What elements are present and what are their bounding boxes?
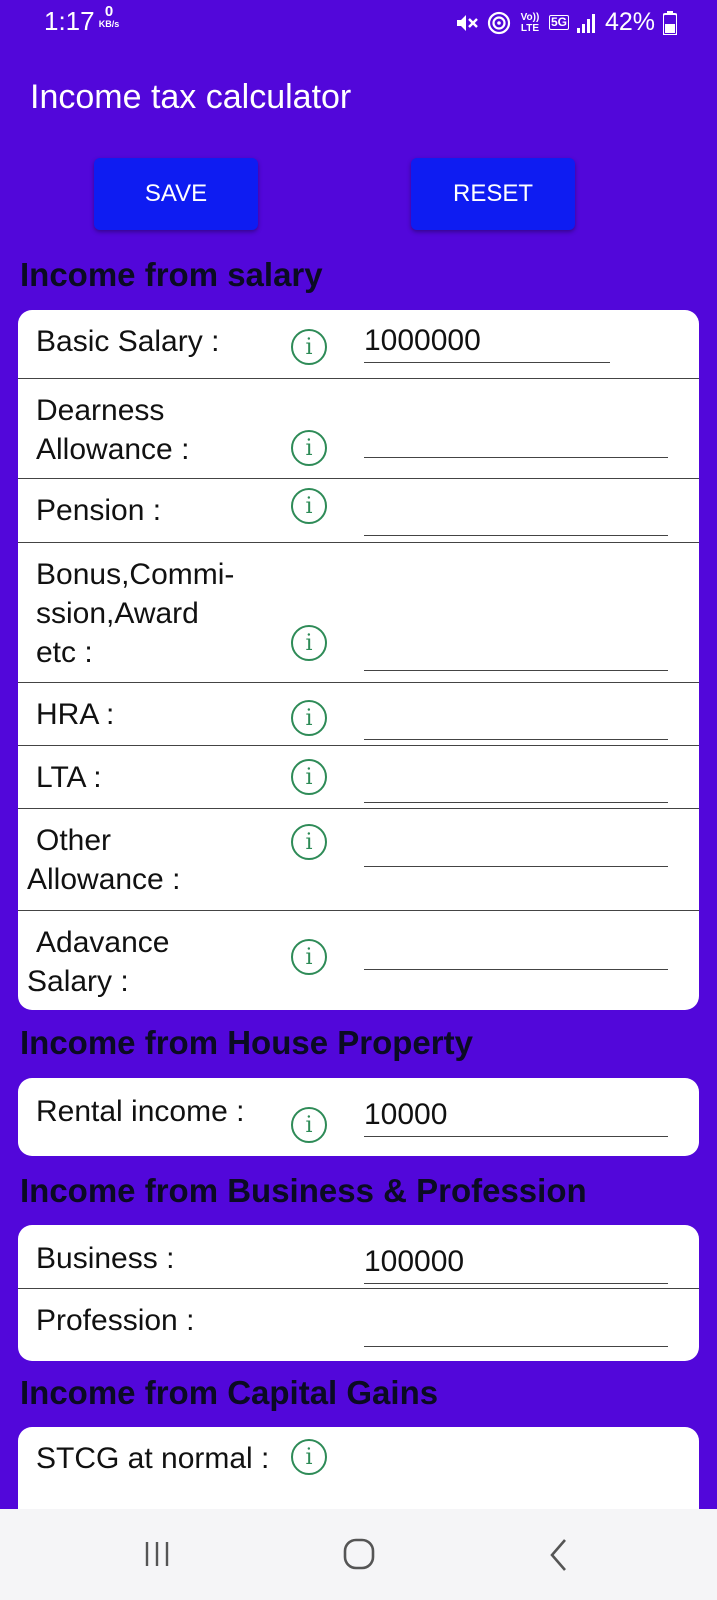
label-stcg-normal: STCG at normal : — [36, 1442, 270, 1475]
business-input[interactable]: 100000 — [364, 1243, 668, 1284]
save-button[interactable]: SAVE — [94, 158, 258, 230]
row-advance-salary: Adavance Salary : i — [18, 910, 699, 1010]
status-bar: 1:17 0 KB/s Vo)) LTE 5G 42% — [0, 0, 717, 48]
label-dearness-allowance-line2: Allowance : — [36, 433, 190, 466]
label-advance-salary-line1: Adavance — [36, 926, 170, 959]
mute-vibrate-icon — [455, 12, 479, 34]
net-speed-value: 0 — [104, 3, 114, 20]
label-rental-income: Rental income : — [36, 1095, 245, 1128]
info-icon[interactable]: i — [291, 759, 327, 795]
label-hra: HRA : — [36, 698, 115, 731]
hra-input[interactable] — [364, 699, 668, 740]
row-hra: HRA : i — [18, 682, 699, 746]
info-icon[interactable]: i — [291, 939, 327, 975]
row-profession: Profession : — [18, 1288, 699, 1361]
label-profession: Profession : — [36, 1304, 195, 1337]
home-icon[interactable] — [342, 1537, 376, 1576]
section-title-house-property: Income from House Property — [20, 1024, 473, 1061]
label-basic-salary: Basic Salary : — [36, 325, 220, 358]
status-icons: Vo)) LTE 5G 42% — [455, 8, 677, 37]
info-icon[interactable]: i — [291, 1107, 327, 1143]
lta-input[interactable] — [364, 762, 668, 803]
app-bar: Income tax calculator — [0, 48, 717, 148]
signal-strength-icon — [576, 13, 597, 33]
label-lta: LTA : — [36, 761, 102, 794]
business-value: 100000 — [364, 1245, 465, 1278]
label-business: Business : — [36, 1242, 175, 1275]
row-lta: LTA : i — [18, 745, 699, 809]
label-pension: Pension : — [36, 494, 162, 527]
row-stcg-normal: STCG at normal : i — [18, 1427, 699, 1497]
hotspot-icon — [487, 11, 511, 35]
basic-salary-input[interactable]: 1000000 — [364, 322, 610, 363]
system-nav-bar — [0, 1509, 717, 1600]
house-property-card: Rental income : i 10000 — [18, 1078, 699, 1156]
profession-input[interactable] — [364, 1306, 668, 1347]
row-bonus: Bonus,Commi- ssion,Award etc : i — [18, 542, 699, 683]
capital-gains-card: STCG at normal : i — [18, 1427, 699, 1509]
row-pension: Pension : i — [18, 478, 699, 543]
reset-button[interactable]: RESET — [411, 158, 575, 230]
bonus-input[interactable] — [364, 630, 668, 671]
salary-card: Basic Salary : i 1000000 Dearness Allowa… — [18, 310, 699, 1010]
section-title-business: Income from Business & Profession — [20, 1172, 587, 1209]
label-advance-salary-line2: Salary : — [27, 965, 129, 998]
label-other-allowance-line2: Allowance : — [27, 863, 181, 896]
section-title-capital-gains: Income from Capital Gains — [20, 1374, 439, 1411]
label-other-allowance-line1: Other — [36, 824, 112, 857]
business-card: Business : 100000 Profession : — [18, 1225, 699, 1361]
network-type-icon: 5G — [548, 15, 569, 30]
dearness-allowance-input[interactable] — [364, 417, 668, 458]
recent-apps-icon[interactable] — [143, 1539, 173, 1574]
advance-salary-input[interactable] — [364, 929, 668, 970]
row-business: Business : 100000 — [18, 1225, 699, 1288]
back-icon[interactable] — [548, 1537, 570, 1578]
rental-income-input[interactable]: 10000 — [364, 1096, 668, 1137]
rental-income-value: 10000 — [364, 1098, 448, 1131]
other-allowance-input[interactable] — [364, 826, 668, 867]
section-title-salary: Income from salary — [20, 256, 323, 293]
battery-percent: 42% — [604, 8, 655, 36]
battery-icon — [663, 10, 677, 35]
label-bonus-line1: Bonus,Commi- — [36, 558, 235, 591]
form-content[interactable]: SAVE RESET Income from salary Basic Sala… — [0, 148, 717, 1509]
net-speed-unit: KB/s — [98, 19, 120, 29]
app-title: Income tax calculator — [30, 78, 352, 116]
volte-icon: Vo)) LTE — [520, 11, 540, 34]
row-other-allowance: Other Allowance : i — [18, 808, 699, 911]
label-bonus-line3: etc : — [36, 636, 93, 669]
info-icon[interactable]: i — [291, 625, 327, 661]
status-time: 1:17 — [44, 6, 95, 36]
row-dearness-allowance: Dearness Allowance : i — [18, 378, 699, 479]
label-bonus-line2: ssion,Award — [36, 597, 199, 630]
net-speed: 0 KB/s — [96, 3, 122, 30]
info-icon[interactable]: i — [291, 430, 327, 466]
row-basic-salary: Basic Salary : i 1000000 — [18, 310, 699, 378]
row-rental-income: Rental income : i 10000 — [18, 1078, 699, 1156]
basic-salary-value: 1000000 — [364, 324, 481, 357]
info-icon[interactable]: i — [291, 700, 327, 736]
pension-input[interactable] — [364, 495, 668, 536]
label-dearness-allowance-line1: Dearness — [36, 394, 165, 427]
info-icon[interactable]: i — [291, 824, 327, 860]
info-icon[interactable]: i — [291, 329, 327, 365]
info-icon[interactable]: i — [291, 488, 327, 524]
info-icon[interactable]: i — [291, 1439, 327, 1475]
